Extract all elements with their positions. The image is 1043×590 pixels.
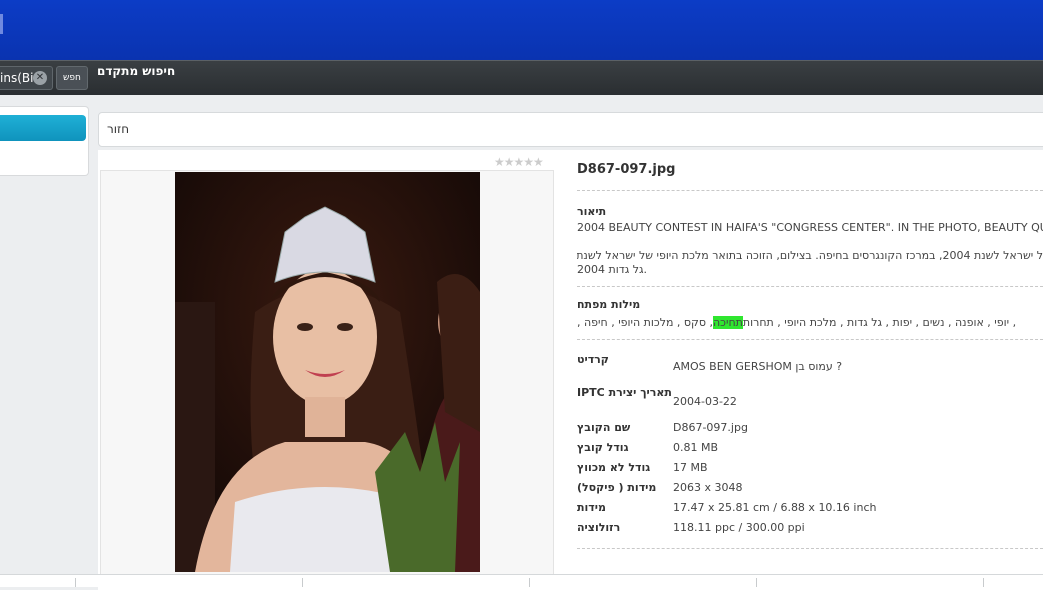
file-size-value: 0.81 MB: [673, 441, 719, 454]
description-label: תיאור: [577, 205, 607, 218]
file-info: D867-097.jpg תיאור 2004 BEAUTY CONTEST I…: [577, 150, 1043, 580]
keyword-highlight[interactable]: תחיכה: [713, 316, 743, 329]
search-term-chip[interactable]: ins(Bi ✕: [0, 66, 53, 90]
pixel-dimensions-value: 2063 x 3048: [673, 481, 743, 494]
file-name-label: שם הקובץ: [577, 421, 631, 434]
description-hebrew-line1: ל ישראל לשנת 2004, במרכז הקונגרסים בחיפה…: [577, 249, 1043, 262]
dimensions-value: 17.47 x 25.81 cm / 6.88 x 10.16 inch: [673, 501, 877, 514]
back-link[interactable]: חזור: [107, 122, 129, 136]
search-term-text: ins(Bi: [0, 71, 34, 85]
credit-value: AMOS BEN GERSHOM עמוס בן ?: [673, 360, 843, 373]
sidebar-active-tab[interactable]: [0, 115, 86, 141]
rating-stars[interactable]: ★★★★★: [494, 155, 544, 169]
file-size-label: גודל קובץ: [577, 441, 629, 454]
divider: [577, 548, 1043, 549]
file-title: D867-097.jpg: [577, 162, 676, 177]
description-hebrew-line2: 2004 גל גדות.: [577, 263, 648, 276]
bottom-strip: [0, 574, 1043, 587]
keywords-list: , יופי , אופנה , נשים , יפות , גל גדות ,…: [577, 316, 1016, 329]
advanced-search-link[interactable]: חיפוש מתקדם: [97, 64, 175, 78]
pixel-dimensions-label: מידות ( פיקסל): [577, 481, 657, 494]
dimensions-label: מידות: [577, 501, 606, 514]
sidebar-panel: [0, 106, 89, 176]
uncompressed-size-label: גודל לא מכווץ: [577, 461, 651, 474]
resolution-value: 118.11 ppc / 300.00 ppi: [673, 521, 805, 534]
keywords-label: מילות מפתח: [577, 298, 641, 311]
search-toolbar: ins(Bi ✕ חפש חיפוש מתקדם: [0, 60, 1043, 95]
top-banner: [0, 0, 1043, 60]
divider: [577, 339, 1043, 340]
banner-edge-mark: [0, 14, 3, 34]
preview-photo[interactable]: [175, 172, 480, 572]
search-button[interactable]: חפש: [56, 66, 88, 90]
description-english: 2004 BEAUTY CONTEST IN HAIFA'S "CONGRESS…: [577, 221, 1043, 234]
iptc-date-value: 2004-03-22: [673, 395, 737, 408]
divider: [577, 286, 1043, 287]
iptc-date-label: IPTC תאריך יצירת: [577, 386, 672, 399]
file-name-value: D867-097.jpg: [673, 421, 748, 434]
divider: [577, 190, 1043, 191]
uncompressed-size-value: 17 MB: [673, 461, 708, 474]
resolution-label: רזולוציה: [577, 521, 621, 534]
close-icon[interactable]: ✕: [33, 71, 47, 85]
credit-label: קרדיט: [577, 353, 609, 366]
back-bar: חזור: [98, 112, 1043, 147]
